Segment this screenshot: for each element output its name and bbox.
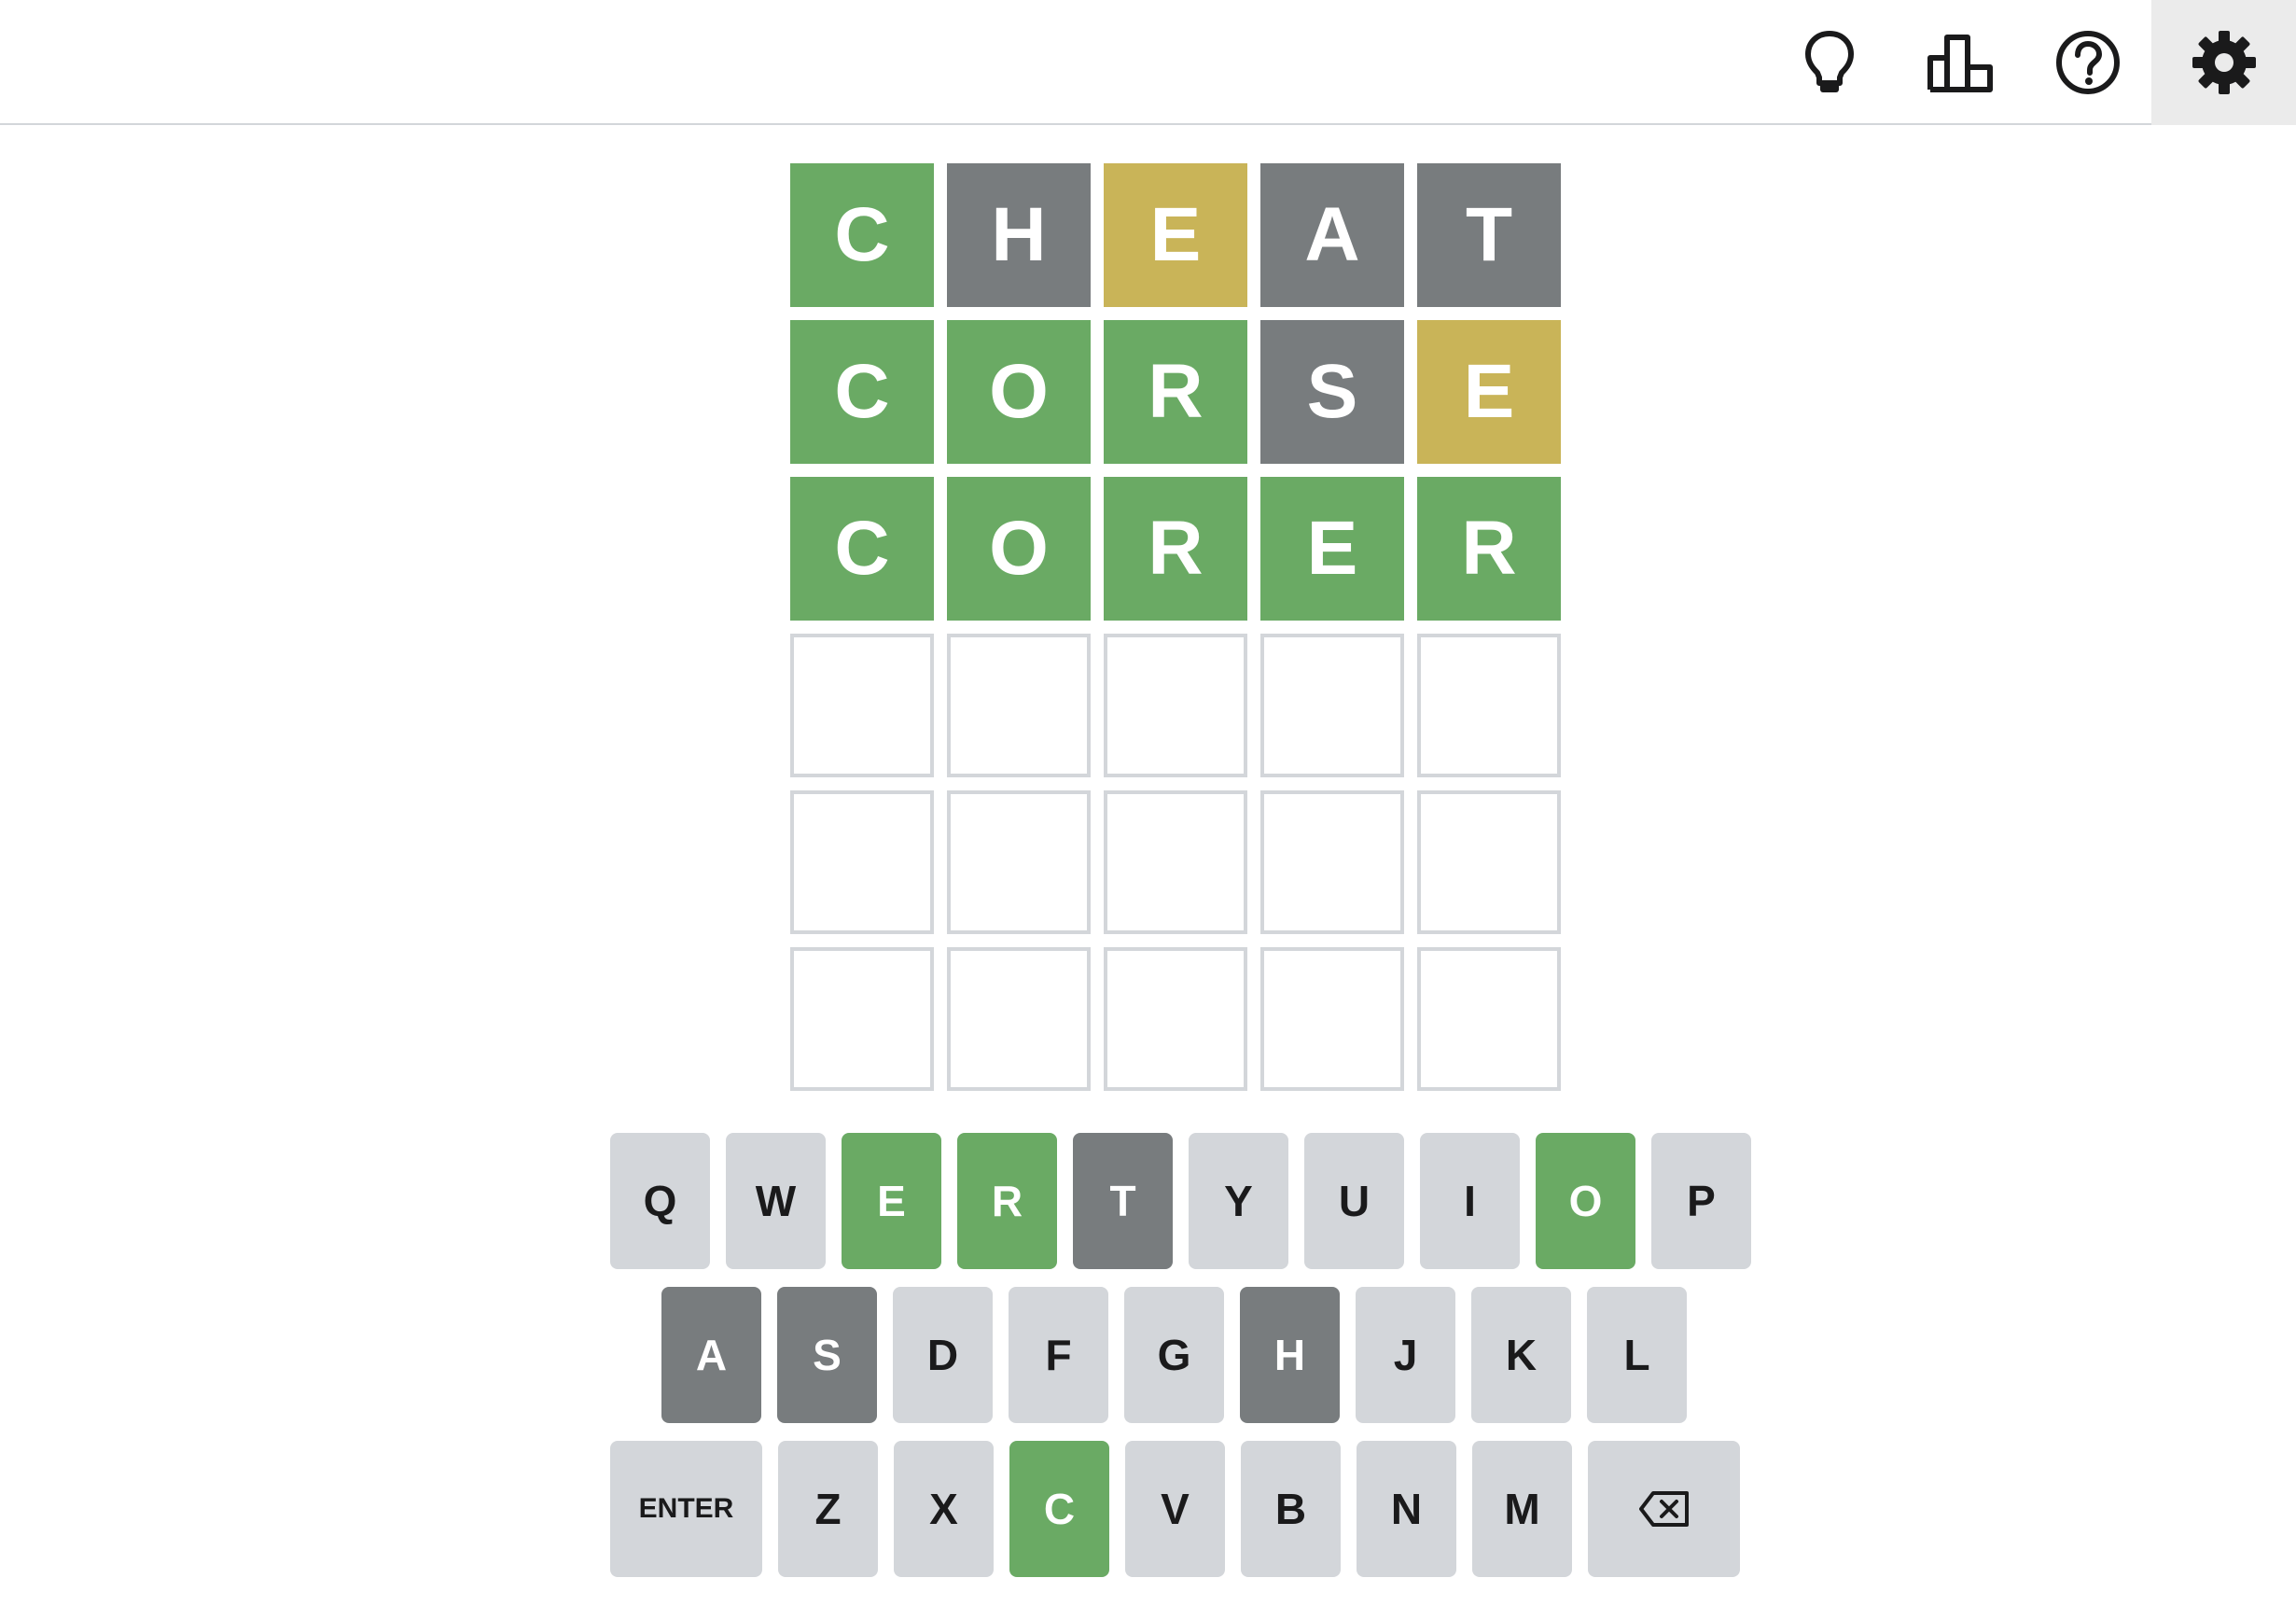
tile-r2-c2: O — [947, 320, 1091, 464]
tile-r5-c3 — [1104, 790, 1247, 934]
tile-r1-c5: T — [1417, 163, 1561, 307]
key-a[interactable]: A — [661, 1287, 761, 1423]
key-e[interactable]: E — [842, 1133, 941, 1269]
key-b[interactable]: B — [1241, 1441, 1341, 1577]
key-j[interactable]: J — [1356, 1287, 1455, 1423]
tile-r2-c5: E — [1417, 320, 1561, 464]
key-u[interactable]: U — [1304, 1133, 1404, 1269]
tile-r4-c3 — [1104, 634, 1247, 777]
tile-r4-c4 — [1260, 634, 1404, 777]
help-button[interactable] — [2024, 0, 2152, 125]
key-y[interactable]: Y — [1189, 1133, 1288, 1269]
bar-chart-icon — [1927, 35, 1993, 92]
game-board: CHEATCORSECORER — [790, 163, 1561, 1096]
key-c[interactable]: C — [1009, 1441, 1109, 1577]
key-k[interactable]: K — [1471, 1287, 1571, 1423]
tile-r2-c3: R — [1104, 320, 1247, 464]
tile-r3-c5: R — [1417, 477, 1561, 621]
tile-r1-c2: H — [947, 163, 1091, 307]
backspace-key[interactable] — [1588, 1441, 1740, 1577]
top-bar — [0, 0, 2296, 125]
tile-r4-c1 — [790, 634, 934, 777]
tile-r5-c5 — [1417, 790, 1561, 934]
tile-r6-c1 — [790, 947, 934, 1091]
key-s[interactable]: S — [777, 1287, 877, 1423]
key-r[interactable]: R — [957, 1133, 1057, 1269]
question-circle-icon — [2056, 31, 2120, 94]
tile-r3-c2: O — [947, 477, 1091, 621]
tile-r2-c4: S — [1260, 320, 1404, 464]
tile-r1-c3: E — [1104, 163, 1247, 307]
enter-key[interactable]: ENTER — [610, 1441, 762, 1577]
tile-r4-c2 — [947, 634, 1091, 777]
key-v[interactable]: V — [1125, 1441, 1225, 1577]
tile-r1-c4: A — [1260, 163, 1404, 307]
key-p[interactable]: P — [1651, 1133, 1751, 1269]
key-q[interactable]: Q — [610, 1133, 710, 1269]
key-l[interactable]: L — [1587, 1287, 1687, 1423]
settings-button[interactable] — [2151, 0, 2296, 125]
hint-button[interactable] — [1765, 0, 1894, 125]
gear-icon — [2192, 31, 2256, 94]
tile-r3-c3: R — [1104, 477, 1247, 621]
key-d[interactable]: D — [893, 1287, 993, 1423]
key-i[interactable]: I — [1420, 1133, 1520, 1269]
backspace-icon — [1638, 1491, 1689, 1527]
tile-r1-c1: C — [790, 163, 934, 307]
tile-r3-c1: C — [790, 477, 934, 621]
tile-r3-c4: E — [1260, 477, 1404, 621]
key-h[interactable]: H — [1240, 1287, 1340, 1423]
tile-r6-c2 — [947, 947, 1091, 1091]
key-m[interactable]: M — [1472, 1441, 1572, 1577]
tile-r5-c1 — [790, 790, 934, 934]
key-x[interactable]: X — [894, 1441, 994, 1577]
key-g[interactable]: G — [1124, 1287, 1224, 1423]
key-f[interactable]: F — [1009, 1287, 1108, 1423]
key-w[interactable]: W — [726, 1133, 826, 1269]
key-t[interactable]: T — [1073, 1133, 1173, 1269]
tile-r5-c4 — [1260, 790, 1404, 934]
key-z[interactable]: Z — [778, 1441, 878, 1577]
tile-r6-c3 — [1104, 947, 1247, 1091]
statistics-button[interactable] — [1896, 0, 2025, 125]
key-o[interactable]: O — [1536, 1133, 1635, 1269]
tile-r4-c5 — [1417, 634, 1561, 777]
tile-r6-c5 — [1417, 947, 1561, 1091]
key-n[interactable]: N — [1357, 1441, 1456, 1577]
lightbulb-icon — [1805, 31, 1854, 92]
tile-r2-c1: C — [790, 320, 934, 464]
tile-r5-c2 — [947, 790, 1091, 934]
tile-r6-c4 — [1260, 947, 1404, 1091]
